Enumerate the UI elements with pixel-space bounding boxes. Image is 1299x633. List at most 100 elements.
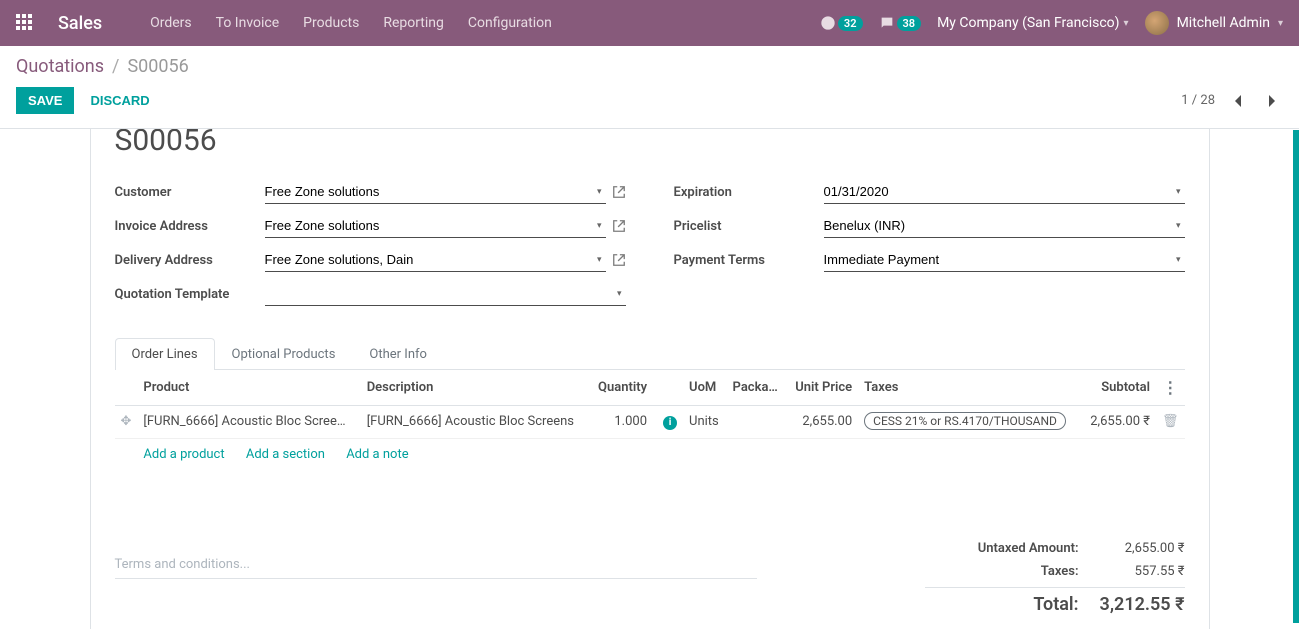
cell-uom[interactable]: Units xyxy=(683,406,727,439)
discard-button[interactable]: DISCARD xyxy=(90,93,149,108)
quotation-template-input[interactable] xyxy=(265,284,613,303)
pager-prev[interactable] xyxy=(1227,90,1249,112)
activity-indicator[interactable]: 32 xyxy=(820,15,863,31)
breadcrumb-separator: / xyxy=(112,56,119,77)
dropdown-caret-icon[interactable]: ▾ xyxy=(593,255,606,265)
tax-tag[interactable]: CESS 21% or RS.4170/THOUSAND xyxy=(864,412,1066,430)
col-taxes: Taxes xyxy=(858,370,1081,406)
add-product-link[interactable]: Add a product xyxy=(143,447,224,462)
untaxed-label: Untaxed Amount: xyxy=(925,541,1095,556)
nav-menu: Orders To Invoice Products Reporting Con… xyxy=(150,15,552,31)
dropdown-caret-icon[interactable]: ▾ xyxy=(1172,221,1185,231)
taxes-label: Taxes: xyxy=(925,564,1095,579)
col-description: Description xyxy=(361,370,590,406)
dropdown-caret-icon[interactable]: ▾ xyxy=(593,187,606,197)
pager-next[interactable] xyxy=(1261,90,1283,112)
col-quantity: Quantity xyxy=(589,370,653,406)
order-lines-table: Product Description Quantity UoM Packa… … xyxy=(115,370,1185,471)
record-title: S00056 xyxy=(115,129,1185,158)
untaxed-value: 2,655.00 ₹ xyxy=(1095,541,1185,556)
message-count: 38 xyxy=(897,16,922,31)
invoice-address-field[interactable]: ▾ xyxy=(265,214,606,238)
label-invoice-address: Invoice Address xyxy=(115,219,265,234)
dropdown-caret-icon[interactable]: ▾ xyxy=(613,289,626,299)
cell-package[interactable] xyxy=(727,406,787,439)
terms-field[interactable]: Terms and conditions... xyxy=(115,551,757,579)
expiration-field[interactable]: ▾ xyxy=(824,180,1185,204)
tab-order-lines[interactable]: Order Lines xyxy=(115,338,215,370)
label-pricelist: Pricelist xyxy=(674,219,824,234)
messaging-indicator[interactable]: 38 xyxy=(879,15,922,31)
delivery-address-field[interactable]: ▾ xyxy=(265,248,606,272)
save-button[interactable]: SAVE xyxy=(16,87,74,114)
label-quotation-template: Quotation Template xyxy=(115,287,265,302)
table-row[interactable]: ✥ [FURN_6666] Acoustic Bloc Scree… [FURN… xyxy=(115,406,1185,439)
payment-terms-field[interactable]: ▾ xyxy=(824,248,1185,272)
col-package: Packa… xyxy=(727,370,787,406)
cell-unit-price[interactable]: 2,655.00 xyxy=(786,406,858,439)
payment-terms-input[interactable] xyxy=(824,250,1172,269)
nav-configuration[interactable]: Configuration xyxy=(468,15,552,31)
label-delivery-address: Delivery Address xyxy=(115,253,265,268)
breadcrumb-current: S00056 xyxy=(127,56,188,77)
cell-description[interactable]: [FURN_6666] Acoustic Bloc Screens xyxy=(361,406,590,439)
chat-icon xyxy=(879,15,895,31)
invoice-address-input[interactable] xyxy=(265,216,593,235)
tab-other-info[interactable]: Other Info xyxy=(352,338,444,370)
nav-reporting[interactable]: Reporting xyxy=(383,15,444,31)
col-uom: UoM xyxy=(683,370,727,406)
notebook-tabs: Order Lines Optional Products Other Info xyxy=(115,338,1185,370)
delivery-address-input[interactable] xyxy=(265,250,593,269)
scrollbar[interactable] xyxy=(1293,130,1299,623)
external-link-icon[interactable] xyxy=(612,185,626,199)
form-sheet: S00056 Customer ▾ Invoice Address xyxy=(90,129,1210,629)
quotation-template-field[interactable]: ▾ xyxy=(265,282,626,306)
caret-down-icon: ▾ xyxy=(1124,18,1129,29)
dropdown-caret-icon[interactable]: ▾ xyxy=(1172,187,1185,197)
label-payment-terms: Payment Terms xyxy=(674,253,824,268)
label-customer: Customer xyxy=(115,185,265,200)
cell-quantity[interactable]: 1.000 xyxy=(589,406,653,439)
apps-icon[interactable] xyxy=(16,14,34,32)
user-menu[interactable]: Mitchell Admin ▾ xyxy=(1145,11,1283,35)
app-brand[interactable]: Sales xyxy=(58,13,102,34)
label-expiration: Expiration xyxy=(674,185,824,200)
columns-menu-icon[interactable]: ⋮ xyxy=(1162,378,1178,397)
activity-count: 32 xyxy=(838,16,863,31)
col-subtotal: Subtotal xyxy=(1081,370,1156,406)
cell-product[interactable]: [FURN_6666] Acoustic Bloc Scree… xyxy=(137,406,360,439)
nav-products[interactable]: Products xyxy=(303,15,359,31)
pager-text[interactable]: 1 / 28 xyxy=(1181,93,1215,108)
breadcrumb: Quotations / S00056 xyxy=(16,56,1283,77)
terms-placeholder: Terms and conditions... xyxy=(115,557,250,572)
tab-optional-products[interactable]: Optional Products xyxy=(215,338,353,370)
nav-orders[interactable]: Orders xyxy=(150,15,192,31)
col-product: Product xyxy=(137,370,360,406)
avatar xyxy=(1145,11,1169,35)
pricelist-field[interactable]: ▾ xyxy=(824,214,1185,238)
pager: 1 / 28 xyxy=(1181,90,1283,112)
caret-down-icon: ▾ xyxy=(1278,18,1283,29)
dropdown-caret-icon[interactable]: ▾ xyxy=(593,221,606,231)
trash-icon[interactable]: 🗑 xyxy=(1162,414,1179,429)
company-selector[interactable]: My Company (San Francisco) ▾ xyxy=(937,15,1128,31)
pricelist-input[interactable] xyxy=(824,216,1172,235)
dropdown-caret-icon[interactable]: ▾ xyxy=(1172,255,1185,265)
taxes-value: 557.55 ₹ xyxy=(1095,564,1185,579)
info-icon[interactable]: i xyxy=(663,416,677,430)
add-note-link[interactable]: Add a note xyxy=(346,447,408,462)
nav-to-invoice[interactable]: To Invoice xyxy=(216,15,280,31)
customer-input[interactable] xyxy=(265,182,593,201)
control-bar: Quotations / S00056 SAVE DISCARD 1 / 28 xyxy=(0,46,1299,120)
customer-field[interactable]: ▾ xyxy=(265,180,606,204)
user-name: Mitchell Admin xyxy=(1177,15,1270,31)
expiration-input[interactable] xyxy=(824,182,1172,201)
clock-icon xyxy=(820,15,836,31)
external-link-icon[interactable] xyxy=(612,219,626,233)
drag-handle-icon[interactable]: ✥ xyxy=(115,406,138,439)
external-link-icon[interactable] xyxy=(612,253,626,267)
add-section-link[interactable]: Add a section xyxy=(246,447,325,462)
col-unit-price: Unit Price xyxy=(786,370,858,406)
breadcrumb-parent[interactable]: Quotations xyxy=(16,56,104,77)
total-label: Total: xyxy=(925,594,1095,615)
